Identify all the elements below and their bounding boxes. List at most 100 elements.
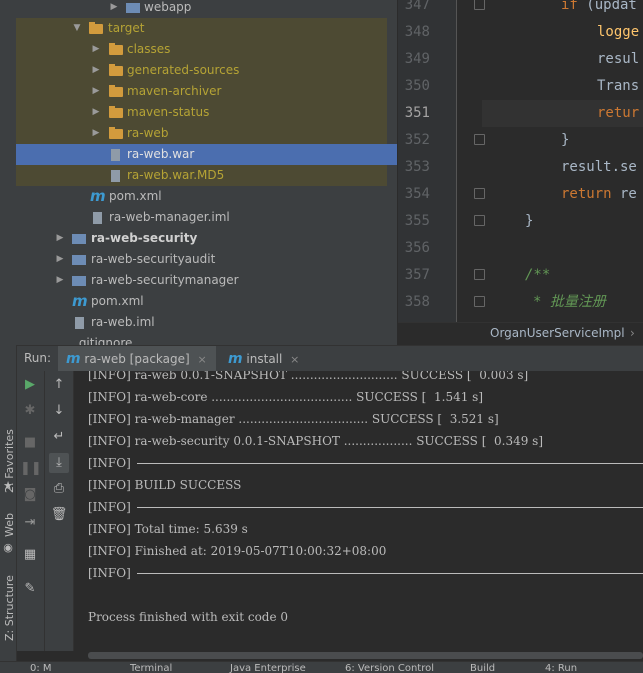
scroll-to-end-icon[interactable]: ⤓	[49, 453, 69, 473]
tab-ra-web-package[interactable]: m ra-web [package] ×	[58, 346, 216, 372]
tree-item-pom-xml[interactable]: m pom.xml	[16, 186, 387, 207]
tree-item-label: maven-archiver	[127, 84, 222, 98]
console-output[interactable]: [INFO] ra-web 0.0.1-SNAPSHOT ...........…	[74, 371, 643, 651]
console-separator	[137, 507, 643, 508]
chevron-right-icon[interactable]: ▶	[91, 60, 101, 81]
module-folder-icon	[72, 234, 86, 244]
tree-item-maven-archiver[interactable]: ▶ maven-archiver	[16, 81, 387, 102]
camera-icon[interactable]: ◙	[20, 485, 40, 505]
console-line: [INFO]	[88, 500, 131, 514]
editor-breadcrumb[interactable]: OrganUserServiceImpl ›	[398, 322, 643, 346]
tree-item-label: ra-web-securitymanager	[91, 273, 239, 287]
tree-item-webapp[interactable]: ▶ webapp	[16, 0, 387, 18]
layout-icon[interactable]: ▦	[20, 545, 40, 565]
tab-install[interactable]: m install ×	[222, 346, 299, 372]
stop-icon[interactable]: ■	[20, 433, 40, 453]
folder-icon	[109, 43, 123, 55]
tree-item-label: ra-web.iml	[91, 315, 155, 329]
tree-item-pom-xml-root[interactable]: m pom.xml	[16, 291, 387, 312]
tree-item-ra-web-security[interactable]: ▶ ra-web-security	[16, 228, 387, 249]
fold-marker-icon[interactable]	[474, 296, 485, 307]
tree-item-label: target	[108, 21, 145, 35]
console-line-total-time: [INFO] Total time: 5.639 s	[88, 522, 248, 536]
console-horizontal-scrollbar[interactable]	[74, 651, 643, 660]
arrow-up-icon[interactable]: ↑	[49, 375, 69, 395]
code-line-350: Trans	[597, 78, 640, 94]
tree-item-target[interactable]: ▼ target	[16, 18, 387, 39]
fold-marker-icon[interactable]	[474, 188, 485, 199]
iml-file-icon	[75, 317, 84, 329]
console-line-exit-code: Process finished with exit code 0	[88, 610, 289, 624]
tree-item-ra-web-securitymanager[interactable]: ▶ ra-web-securitymanager	[16, 270, 387, 291]
tree-item-label: ra-web-manager.iml	[109, 210, 230, 224]
scrollbar-thumb[interactable]	[88, 652, 643, 659]
chevron-right-icon[interactable]: ▶	[55, 228, 65, 249]
folder-icon	[109, 106, 123, 118]
soft-wrap-icon[interactable]: ↵	[49, 427, 69, 447]
structure-tool-tab[interactable]: Z: Structure	[0, 573, 16, 643]
line-number: 352	[404, 132, 430, 148]
tree-item-generated-sources[interactable]: ▶ generated-sources	[16, 60, 387, 81]
tree-item-label: pom.xml	[109, 189, 162, 203]
console-line: [INFO]	[88, 456, 131, 470]
tree-item-maven-status[interactable]: ▶ maven-status	[16, 102, 387, 123]
pin-icon[interactable]: ✎	[20, 579, 40, 599]
tree-item-ra-web-war-md5[interactable]: ra-web.war.MD5	[16, 165, 387, 186]
chevron-right-icon[interactable]: ▶	[91, 102, 101, 123]
tree-item-ra-web-war[interactable]: ra-web.war	[16, 144, 397, 165]
tree-item-label: ra-web.war	[127, 147, 195, 161]
chevron-right-icon[interactable]: ›	[630, 326, 635, 340]
globe-icon[interactable]: ◉	[0, 541, 16, 555]
tab-label: install	[246, 352, 283, 366]
folder-icon	[109, 85, 123, 97]
folder-icon	[126, 3, 140, 13]
iml-file-icon	[93, 212, 102, 224]
folder-icon	[109, 64, 123, 76]
folder-icon	[89, 22, 103, 34]
arrow-down-icon[interactable]: ↓	[49, 401, 69, 421]
fold-marker-icon[interactable]	[474, 134, 485, 145]
tree-item-classes[interactable]: ▶ classes	[16, 39, 387, 60]
chevron-right-icon[interactable]: ▶	[55, 270, 65, 291]
code-text: re	[611, 186, 637, 202]
tree-item-ra-web-manager-iml[interactable]: ra-web-manager.iml	[16, 207, 387, 228]
chevron-right-icon[interactable]: ▶	[91, 81, 101, 102]
chevron-right-icon[interactable]: ▶	[109, 0, 119, 18]
star-icon[interactable]: ★	[0, 479, 16, 493]
line-number: 358	[404, 294, 430, 310]
tree-item-label: ra-web.war.MD5	[127, 168, 225, 182]
chevron-right-icon[interactable]: ▶	[91, 123, 101, 144]
debug-icon[interactable]: ✱	[20, 401, 40, 421]
code-line-351: retur	[597, 105, 640, 121]
tree-item-ra-web-securityaudit[interactable]: ▶ ra-web-securityaudit	[16, 249, 387, 270]
print-icon[interactable]: ⎙	[49, 479, 69, 499]
tree-item-label: generated-sources	[127, 63, 240, 77]
fold-marker-icon[interactable]	[474, 215, 485, 226]
project-tree[interactable]: ▶ webapp ▼ target ▶ classes ▶ generated-…	[16, 0, 397, 345]
pause-icon[interactable]: ❚❚	[20, 459, 42, 479]
tree-item-gitignore[interactable]: .gitignore	[16, 333, 387, 345]
line-number: 353	[404, 159, 430, 175]
exit-icon[interactable]: ⇥	[20, 513, 40, 533]
code-editor[interactable]: 347 348 349 350 351 352 353 354 355 356 …	[398, 0, 643, 322]
tree-item-ra-web-folder[interactable]: ▶ ra-web	[16, 123, 387, 144]
chevron-right-icon[interactable]: ▶	[91, 39, 101, 60]
module-folder-icon	[72, 276, 86, 286]
chevron-right-icon[interactable]: ▶	[55, 249, 65, 270]
tree-item-ra-web-iml[interactable]: ra-web.iml	[16, 312, 387, 333]
web-tool-tab[interactable]: Web	[0, 505, 16, 545]
code-text: (updat	[577, 0, 637, 13]
close-icon[interactable]: ×	[198, 353, 207, 366]
breadcrumb-class[interactable]: OrganUserServiceImpl	[490, 326, 625, 340]
console-line: [INFO] ra-web 0.0.1-SNAPSHOT ...........…	[88, 371, 529, 382]
fold-marker-icon[interactable]	[474, 0, 485, 10]
trash-icon[interactable]: 🗑	[49, 505, 69, 525]
chevron-down-icon[interactable]: ▼	[72, 18, 82, 39]
tree-item-label: webapp	[144, 0, 192, 14]
code-line-349: resul	[597, 51, 640, 67]
line-number: 356	[404, 240, 430, 256]
rerun-icon[interactable]: ▶	[20, 375, 40, 395]
close-icon[interactable]: ×	[290, 353, 299, 366]
module-folder-icon	[72, 255, 86, 265]
fold-marker-icon[interactable]	[474, 269, 485, 280]
